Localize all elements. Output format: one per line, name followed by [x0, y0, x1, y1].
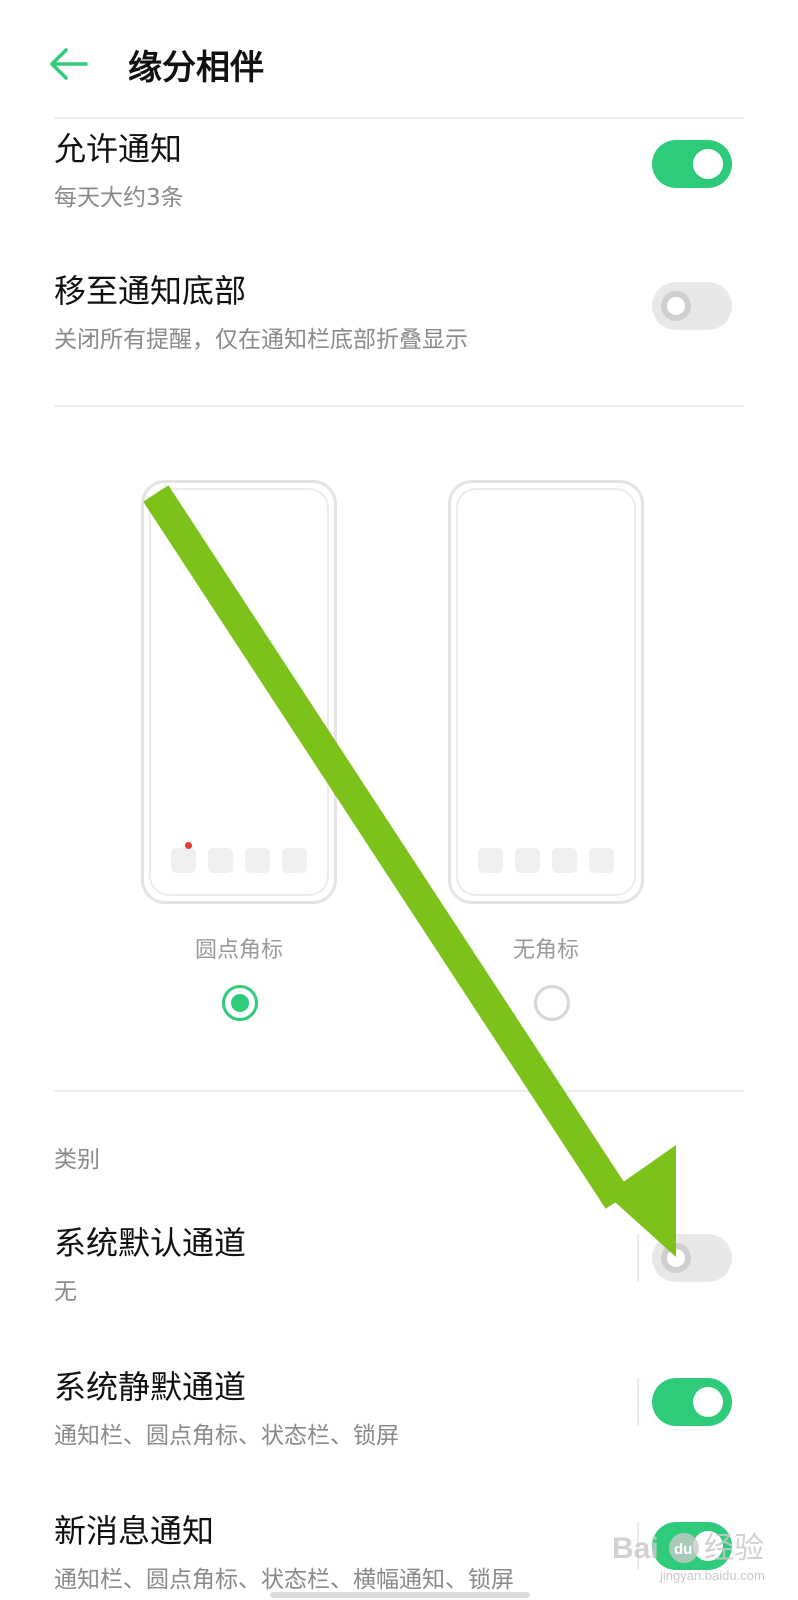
allow-notifications-title: 允许通知	[54, 130, 183, 168]
no-badge-preview[interactable]	[448, 480, 644, 904]
phone-screen	[456, 488, 636, 896]
allow-notifications-toggle[interactable]	[652, 140, 732, 188]
default-channel-subtitle: 无	[54, 1279, 77, 1305]
toggle-knob	[661, 291, 691, 321]
silent-channel-subtitle: 通知栏、圆点角标、状态栏、锁屏	[54, 1423, 399, 1449]
svg-text:jingyan.baidu.com: jingyan.baidu.com	[659, 1568, 765, 1583]
badge-dot-icon	[185, 842, 192, 849]
baidu-jingyan-watermark-logo: Bai du 经验 jingyan.baidu.com	[612, 1531, 765, 1583]
home-indicator	[270, 1592, 530, 1598]
category-heading: 类别	[54, 1147, 100, 1173]
vertical-divider	[637, 1234, 639, 1282]
page-title: 缘分相伴	[128, 48, 264, 88]
allow-notifications-subtitle: 每天大约3条	[54, 185, 184, 211]
svg-text:Bai: Bai	[612, 1532, 659, 1565]
move-to-bottom-title: 移至通知底部	[54, 272, 247, 310]
silent-channel-title: 系统静默通道	[54, 1368, 247, 1406]
move-to-bottom-subtitle: 关闭所有提醒，仅在通知栏底部折叠显示	[54, 327, 468, 353]
app-header: 缘分相伴	[0, 0, 798, 118]
default-channel-title: 系统默认通道	[54, 1224, 247, 1262]
dot-badge-label: 圆点角标	[194, 938, 283, 963]
dock	[478, 848, 614, 873]
section-divider	[54, 405, 744, 407]
dot-badge-radio[interactable]	[222, 985, 258, 1021]
app-icon	[478, 848, 503, 873]
app-icon	[208, 848, 233, 873]
no-badge-label: 无角标	[512, 938, 579, 963]
annotation-arrow-icon	[143, 485, 676, 1257]
vertical-divider	[637, 1378, 639, 1426]
app-icon	[171, 842, 196, 873]
header-divider	[54, 117, 744, 119]
app-icon	[589, 848, 614, 873]
app-icon	[515, 848, 540, 873]
back-arrow-icon[interactable]	[46, 44, 90, 84]
silent-channel-toggle[interactable]	[652, 1378, 732, 1426]
default-channel-toggle[interactable]	[652, 1234, 732, 1282]
no-badge-radio[interactable]	[534, 985, 570, 1021]
dot-badge-preview[interactable]	[141, 480, 337, 904]
svg-text:经验: 经验	[704, 1531, 764, 1566]
app-icon	[552, 848, 577, 873]
move-to-bottom-toggle[interactable]	[652, 282, 732, 330]
new-message-title: 新消息通知	[54, 1512, 215, 1550]
toggle-knob	[661, 1243, 691, 1273]
app-icon	[245, 848, 270, 873]
section-divider	[54, 1090, 744, 1092]
phone-screen	[149, 488, 329, 896]
dock	[171, 842, 307, 873]
toggle-knob	[693, 1387, 723, 1417]
toggle-knob	[693, 149, 723, 179]
app-icon	[282, 848, 307, 873]
new-message-subtitle: 通知栏、圆点角标、状态栏、横幅通知、锁屏	[54, 1567, 514, 1593]
svg-text:du: du	[674, 1541, 692, 1558]
